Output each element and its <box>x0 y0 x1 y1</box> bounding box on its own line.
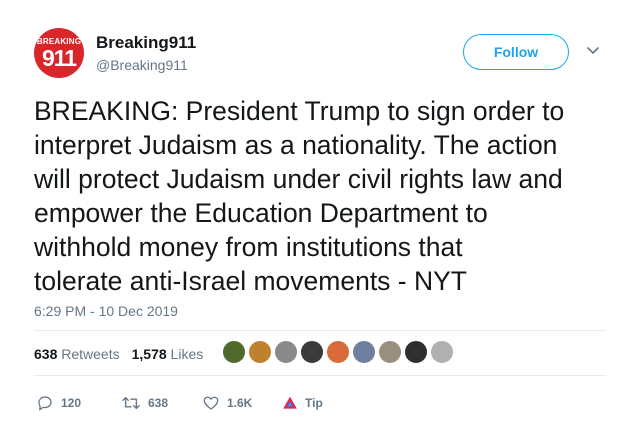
liker-avatar[interactable] <box>274 340 298 364</box>
retweet-button[interactable]: 638 <box>121 393 168 413</box>
liker-avatar[interactable] <box>378 340 402 364</box>
liker-avatar[interactable] <box>326 340 350 364</box>
avatar-number: 911 <box>41 45 77 71</box>
retweet-count: 638 <box>148 396 169 410</box>
tip-button[interactable]: Tip <box>282 393 323 413</box>
reply-button[interactable]: 120 <box>36 393 81 413</box>
tip-icon <box>283 396 297 409</box>
heart-icon <box>203 396 219 410</box>
like-count: 1.6K <box>227 396 253 410</box>
profile-avatar[interactable]: BREAKING 911 <box>34 28 84 78</box>
divider <box>34 330 606 331</box>
likes-label: Likes <box>170 346 204 362</box>
engagement-stats: 638 Retweets 1,578 Likes <box>34 346 203 362</box>
liker-avatar[interactable] <box>300 340 324 364</box>
reply-count: 120 <box>61 396 82 410</box>
liker-avatar[interactable] <box>222 340 246 364</box>
liker-avatar[interactable] <box>352 340 376 364</box>
tweet-timestamp[interactable]: 6:29 PM - 10 Dec 2019 <box>34 303 178 319</box>
like-button[interactable]: 1.6K <box>202 393 252 413</box>
liker-avatar[interactable] <box>430 340 454 364</box>
retweets-count: 638 <box>34 346 58 362</box>
user-handle[interactable]: @Breaking911 <box>96 57 188 73</box>
tip-label: Tip <box>305 396 323 410</box>
follow-button[interactable]: Follow <box>463 34 569 70</box>
divider <box>34 375 606 376</box>
tweet-text: BREAKING: President Trump to sign order … <box>34 96 565 296</box>
likes-stat[interactable]: 1,578 Likes <box>132 346 204 362</box>
reply-icon <box>38 396 52 411</box>
liker-avatar[interactable] <box>404 340 428 364</box>
retweets-label: Retweets <box>61 346 120 362</box>
retweet-icon <box>122 396 140 410</box>
display-name[interactable]: Breaking911 <box>96 33 196 53</box>
chevron-down-icon[interactable] <box>585 42 601 58</box>
liker-avatar[interactable] <box>248 340 272 364</box>
retweets-stat[interactable]: 638 Retweets <box>34 346 120 362</box>
likes-count: 1,578 <box>131 346 167 362</box>
